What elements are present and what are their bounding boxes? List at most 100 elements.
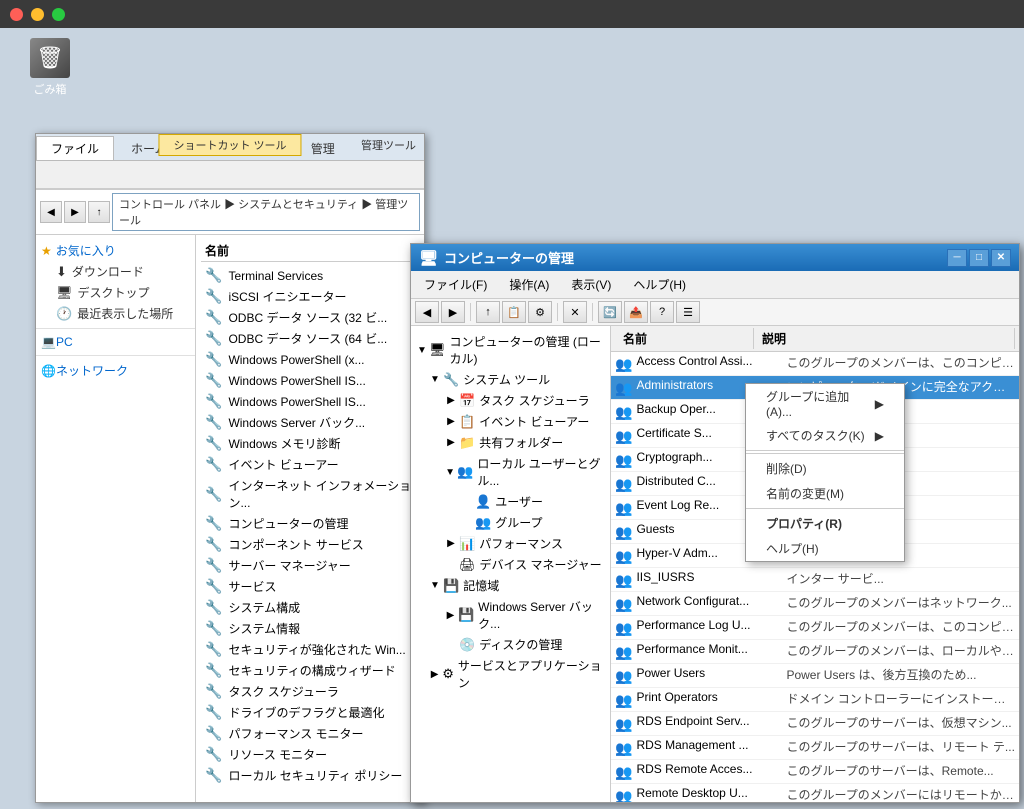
- file-item[interactable]: 🔧ローカル セキュリティ ポリシー: [201, 765, 419, 786]
- file-item[interactable]: 🔧コンピューターの管理: [201, 513, 419, 534]
- mac-minimize-button[interactable]: [31, 8, 44, 21]
- file-item[interactable]: 🔧Windows PowerShell IS...: [201, 370, 419, 391]
- file-item[interactable]: 🔧パフォーマンス モニター: [201, 723, 419, 744]
- file-item[interactable]: 🔧Windows メモリ診断: [201, 433, 419, 454]
- file-item[interactable]: 🔧セキュリティの構成ウィザード: [201, 660, 419, 681]
- file-item[interactable]: 🔧ドライブのデフラグと最適化: [201, 702, 419, 723]
- file-item[interactable]: 🔧セキュリティが強化された Win...: [201, 639, 419, 660]
- group-item[interactable]: 👥RDS Endpoint Serv...このグループのサーバーは、仮想マシン.…: [611, 712, 1019, 736]
- group-item[interactable]: 👥Performance Monit...このグループのメンバーは、ローカルや …: [611, 640, 1019, 664]
- tree-item[interactable]: 👤ユーザー: [411, 491, 610, 512]
- ctx-item[interactable]: すべてのタスク(K)▶: [746, 423, 904, 448]
- tree-item[interactable]: ▶💾Windows Server バック...: [411, 596, 610, 634]
- toolbar-back[interactable]: ◀: [415, 301, 439, 323]
- tree-node-icon: 🔧: [443, 372, 459, 388]
- file-item[interactable]: 🔧ODBC データ ソース (64 ビ...: [201, 328, 419, 349]
- ctx-item[interactable]: ヘルプ(H): [746, 536, 904, 561]
- file-item[interactable]: 🔧iSCSI イニシエーター: [201, 286, 419, 307]
- col-header-name[interactable]: 名前: [201, 240, 419, 262]
- mac-close-button[interactable]: [10, 8, 23, 21]
- group-item[interactable]: 👥RDS Management ...このグループのサーバーは、リモート テ..…: [611, 736, 1019, 760]
- tree-node-label: コンピューターの管理 (ローカル): [449, 333, 606, 367]
- close-button[interactable]: ✕: [991, 249, 1011, 267]
- restore-button[interactable]: □: [969, 249, 989, 267]
- toolbar-refresh[interactable]: 🔄: [598, 301, 622, 323]
- toolbar-help[interactable]: ?: [650, 301, 674, 323]
- toolbar-fwd[interactable]: ▶: [441, 301, 465, 323]
- toolbar-detail[interactable]: ☰: [676, 301, 700, 323]
- address-path[interactable]: コントロール パネル ▶ システムとセキュリティ ▶ 管理ツール: [112, 193, 420, 231]
- menu-action[interactable]: 操作(A): [500, 273, 558, 296]
- desktop-recycle-bin[interactable]: 🗑 ごみ箱: [20, 38, 80, 97]
- col-name-header[interactable]: 名前: [615, 328, 754, 349]
- file-item[interactable]: 🔧Terminal Services: [201, 265, 419, 286]
- favorites-header[interactable]: ★ お気に入り: [36, 240, 195, 261]
- group-item[interactable]: 👥Power UsersPower Users は、後方互換のため...: [611, 664, 1019, 688]
- tab-file[interactable]: ファイル: [36, 136, 114, 160]
- group-item[interactable]: 👥Performance Log U...このグループのメンバーは、このコンピュ…: [611, 616, 1019, 640]
- tree-item[interactable]: ▼💾記憶域: [411, 575, 610, 596]
- file-item[interactable]: 🔧Windows PowerShell (x...: [201, 349, 419, 370]
- tree-item[interactable]: ▶📋イベント ビューアー: [411, 411, 610, 432]
- file-name: システム構成: [228, 599, 300, 616]
- file-icon: 🔧: [205, 683, 222, 700]
- ctx-item[interactable]: グループに追加(A)...▶: [746, 384, 904, 423]
- group-item[interactable]: 👥RDS Remote Acces...このグループのサーバーは、Remote.…: [611, 760, 1019, 784]
- group-icon: 👥: [615, 404, 632, 421]
- network-header[interactable]: 🌐 ネットワーク: [36, 360, 195, 381]
- file-item[interactable]: 🔧システム構成: [201, 597, 419, 618]
- up-button[interactable]: ↑: [88, 201, 110, 223]
- tree-item[interactable]: ▼🔧システム ツール: [411, 369, 610, 390]
- col-desc-header[interactable]: 説明: [754, 328, 1015, 349]
- menu-view[interactable]: 表示(V): [562, 273, 620, 296]
- menu-help[interactable]: ヘルプ(H): [624, 273, 695, 296]
- tab-manage[interactable]: 管理: [296, 136, 350, 160]
- file-item[interactable]: 🔧コンポーネント サービス: [201, 534, 419, 555]
- group-item[interactable]: 👥Network Configurat...このグループのメンバーはネットワーク…: [611, 592, 1019, 616]
- tree-item[interactable]: ▶📊パフォーマンス: [411, 533, 610, 554]
- toolbar-properties[interactable]: ⚙: [528, 301, 552, 323]
- file-name: Windows メモリ診断: [228, 435, 340, 452]
- tree-item[interactable]: 👥グループ: [411, 512, 610, 533]
- file-item[interactable]: 🔧サーバー マネージャー: [201, 555, 419, 576]
- forward-button[interactable]: ▶: [64, 201, 86, 223]
- file-item[interactable]: 🔧リソース モニター: [201, 744, 419, 765]
- sidebar-item-download[interactable]: ⬇ ダウンロード: [36, 261, 195, 282]
- menu-file[interactable]: ファイル(F): [415, 273, 496, 296]
- tree-item[interactable]: ▼👥ローカル ユーザーとグル...: [411, 453, 610, 491]
- file-item[interactable]: 🔧ODBC データ ソース (32 ビ...: [201, 307, 419, 328]
- tree-item[interactable]: ▶📁共有フォルダー: [411, 432, 610, 453]
- ctx-item[interactable]: プロパティ(R): [746, 511, 904, 536]
- group-item[interactable]: 👥Access Control Assi...このグループのメンバーは、このコン…: [611, 352, 1019, 376]
- toolbar-export[interactable]: 📤: [624, 301, 648, 323]
- sidebar-item-recent[interactable]: 🕐 最近表示した場所: [36, 303, 195, 324]
- tree-item[interactable]: 🖨デバイス マネージャー: [411, 554, 610, 575]
- file-item[interactable]: 🔧タスク スケジューラ: [201, 681, 419, 702]
- file-item[interactable]: 🔧システム情報: [201, 618, 419, 639]
- tree-item[interactable]: ▶⚙サービスとアプリケーション: [411, 655, 610, 693]
- ctx-item[interactable]: 削除(D): [746, 456, 904, 481]
- file-item[interactable]: 🔧イベント ビューアー: [201, 454, 419, 475]
- mac-maximize-button[interactable]: [52, 8, 65, 21]
- tree-item[interactable]: 💿ディスクの管理: [411, 634, 610, 655]
- minimize-button[interactable]: ─: [947, 249, 967, 267]
- toolbar-delete[interactable]: ✕: [563, 301, 587, 323]
- sidebar-divider-2: [36, 355, 195, 356]
- pc-header[interactable]: 💻 PC: [36, 333, 195, 351]
- ctx-item[interactable]: 名前の変更(M): [746, 481, 904, 506]
- file-item[interactable]: 🔧インターネット インフォメーション...: [201, 475, 419, 513]
- group-item[interactable]: 👥Remote Desktop U...このグループのメンバーにはリモートから.…: [611, 784, 1019, 802]
- file-item[interactable]: 🔧サービス: [201, 576, 419, 597]
- group-item[interactable]: 👥IIS_IUSRSインター サービ...: [611, 568, 1019, 592]
- file-item[interactable]: 🔧Windows PowerShell IS...: [201, 391, 419, 412]
- back-button[interactable]: ◀: [40, 201, 62, 223]
- toolbar-show-hide[interactable]: 📋: [502, 301, 526, 323]
- group-name: Performance Monit...: [636, 642, 786, 656]
- ribbon-toolbar: [36, 161, 424, 189]
- sidebar-item-desktop[interactable]: 🖥 デスクトップ: [36, 282, 195, 303]
- toolbar-up[interactable]: ↑: [476, 301, 500, 323]
- group-item[interactable]: 👥Print Operatorsドメイン コントローラーにインストール...: [611, 688, 1019, 712]
- tree-item[interactable]: ▶📅タスク スケジューラ: [411, 390, 610, 411]
- tree-item[interactable]: ▼🖥コンピューターの管理 (ローカル): [411, 331, 610, 369]
- file-item[interactable]: 🔧Windows Server バック...: [201, 412, 419, 433]
